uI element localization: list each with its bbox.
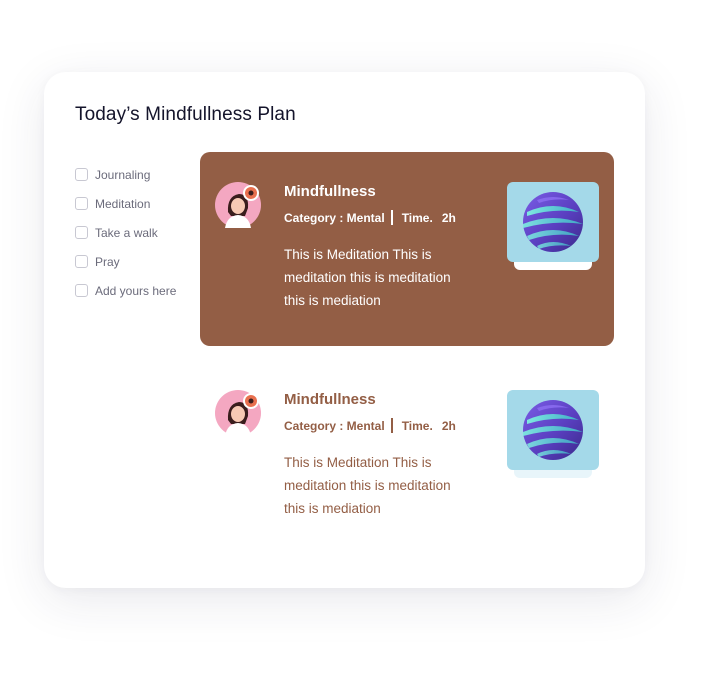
spiral-sphere-icon <box>507 182 599 262</box>
checklist-item-meditation[interactable]: Meditation <box>75 189 176 218</box>
checklist-item-label: Add yours here <box>95 283 177 298</box>
checklist-item-pray[interactable]: Pray <box>75 247 176 276</box>
mindfulness-plan-card: Today’s Mindfullness Plan Journaling Med… <box>44 72 645 588</box>
checkbox[interactable] <box>75 226 88 239</box>
plan-item-meta: Category : Mental Time. 2h <box>284 418 456 433</box>
avatar-icon <box>215 182 261 228</box>
meta-divider <box>390 418 393 433</box>
checkbox[interactable] <box>75 197 88 210</box>
checkbox[interactable] <box>75 255 88 268</box>
page-title: Today’s Mindfullness Plan <box>75 104 296 125</box>
checklist-item-label: Journaling <box>95 167 151 182</box>
plan-item-meta: Category : Mental Time. 2h <box>284 210 456 225</box>
checklist-item-journaling[interactable]: Journaling <box>75 160 176 189</box>
spiral-sphere-icon <box>507 390 599 470</box>
checklist-item-label: Pray <box>95 254 120 269</box>
plan-item-thumbnail <box>507 390 599 480</box>
time-label: Time. <box>401 210 433 225</box>
avatar-icon <box>215 390 261 436</box>
checkbox[interactable] <box>75 168 88 181</box>
checklist-item-add-yours[interactable]: Add yours here <box>75 276 176 305</box>
checklist-item-label: Meditation <box>95 196 151 211</box>
category-label: Category : Mental <box>284 418 385 433</box>
plan-item-description: This is Meditation This is meditation th… <box>284 247 451 308</box>
time-label: Time. <box>401 418 433 433</box>
time-value: 2h <box>441 210 456 225</box>
activity-checklist: Journaling Meditation Take a walk Pray A… <box>75 160 176 305</box>
plan-item-title: Mindfullness <box>284 183 376 200</box>
plan-item-thumbnail <box>507 182 599 272</box>
plan-item-card-active[interactable]: Mindfullness Category : Mental Time. 2h … <box>200 152 614 346</box>
plan-item-title: Mindfullness <box>284 391 376 408</box>
time-value: 2h <box>441 418 456 433</box>
plan-item-description: This is Meditation This is meditation th… <box>284 455 451 516</box>
category-label: Category : Mental <box>284 210 385 225</box>
meta-divider <box>390 210 393 225</box>
checklist-item-label: Take a walk <box>95 225 158 240</box>
plan-item-card[interactable]: Mindfullness Category : Mental Time. 2h … <box>200 360 614 554</box>
checklist-item-take-a-walk[interactable]: Take a walk <box>75 218 176 247</box>
checkbox[interactable] <box>75 284 88 297</box>
